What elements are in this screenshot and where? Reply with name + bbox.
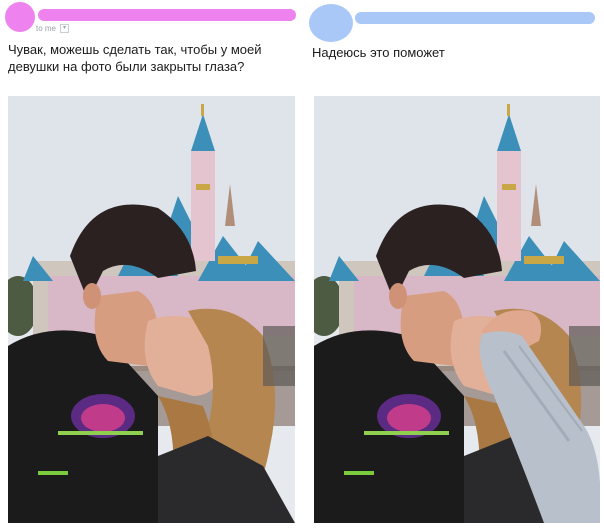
replier-avatar[interactable] — [309, 4, 353, 42]
request-post: to me ▾ Чувак, можешь сделать так, чтобы … — [0, 0, 302, 531]
reply-message: Надеюсь это поможет — [312, 45, 445, 60]
sender-avatar[interactable] — [5, 2, 35, 32]
couple-photo-illustration — [8, 96, 295, 523]
sender-name-redacted — [38, 9, 296, 21]
original-photo[interactable] — [8, 96, 295, 523]
request-message: Чувак, можешь сделать так, чтобы у моей … — [8, 42, 262, 74]
couple-photo-edited-illustration — [314, 96, 600, 523]
reply-post: Надеюсь это поможет — [302, 0, 604, 531]
chevron-down-icon[interactable]: ▾ — [60, 24, 70, 34]
recipient-meta: to me ▾ — [36, 24, 70, 34]
recipient-label: to me — [36, 24, 57, 33]
edited-photo[interactable] — [314, 96, 600, 523]
replier-name-redacted — [355, 12, 595, 24]
